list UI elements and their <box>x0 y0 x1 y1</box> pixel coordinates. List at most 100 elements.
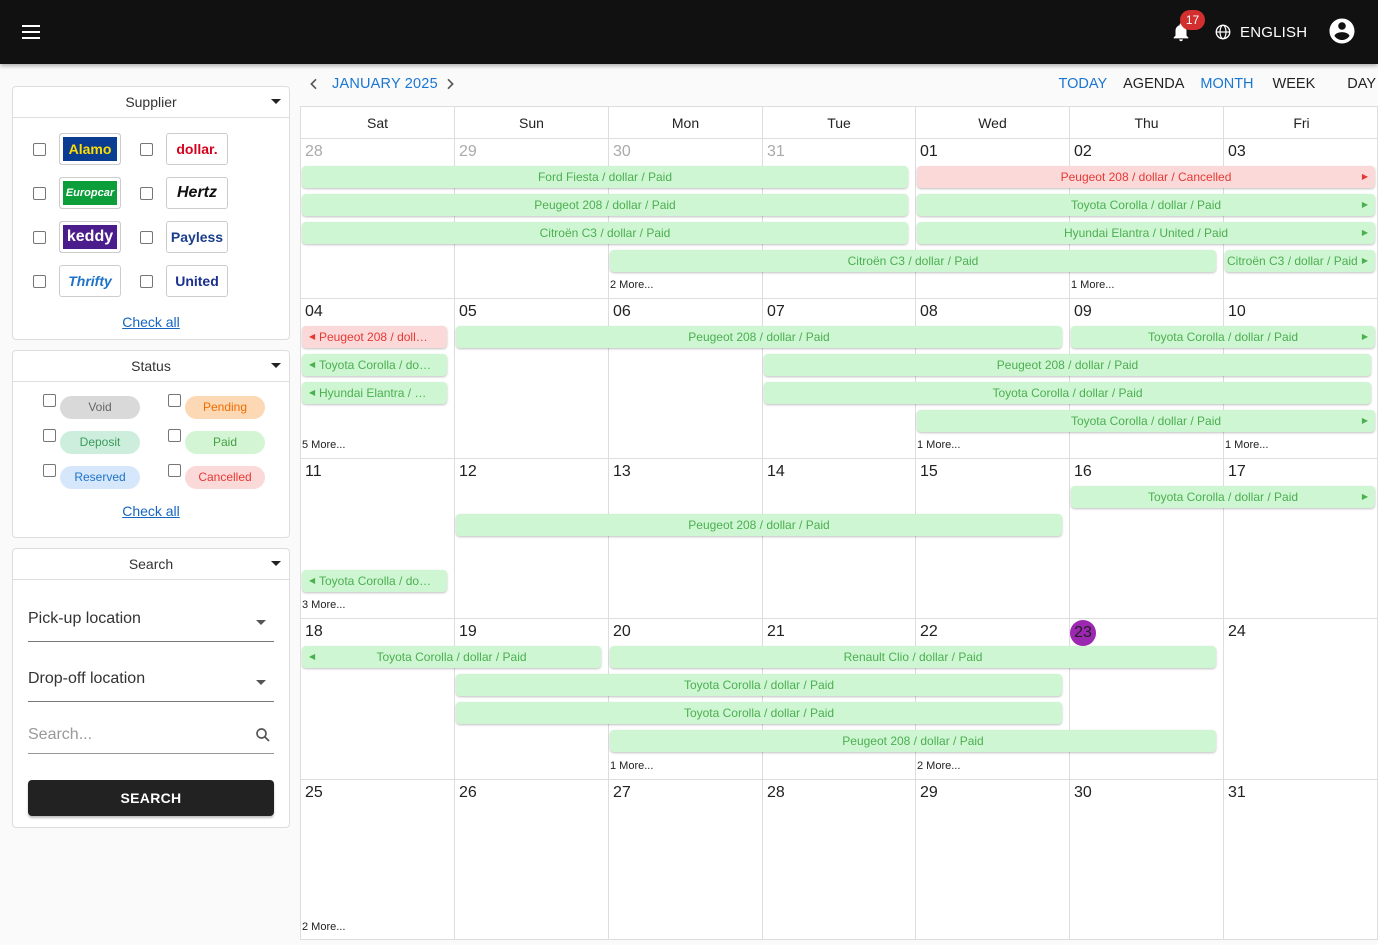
today-day-number[interactable]: 23 <box>1070 620 1096 646</box>
day-number[interactable]: 27 <box>613 784 631 802</box>
more-events-link[interactable]: 5 More... <box>302 439 345 451</box>
status-item[interactable]: Void <box>43 394 168 419</box>
collapse-caret-icon[interactable] <box>271 561 281 566</box>
booking-event[interactable]: Peugeot 208 / dollar / Cancelled ▶ <box>917 166 1375 188</box>
day-number[interactable]: 16 <box>1074 463 1092 481</box>
day-number[interactable]: 18 <box>305 623 323 641</box>
more-events-link[interactable]: 3 More... <box>302 599 345 611</box>
day-number[interactable]: 31 <box>767 143 785 161</box>
more-events-link[interactable]: 1 More... <box>610 760 653 772</box>
menu-icon[interactable] <box>22 25 42 39</box>
supplier-item[interactable]: United <box>140 264 247 298</box>
supplier-item[interactable]: Thrifty <box>33 264 140 298</box>
booking-event[interactable]: Ford Fiesta / dollar / Paid <box>302 166 908 188</box>
supplier-checkbox[interactable] <box>33 186 46 200</box>
booking-event[interactable]: Toyota Corolla / dollar / Paid ▶ <box>1071 486 1375 508</box>
supplier-checkbox[interactable] <box>140 274 153 288</box>
day-number[interactable]: 05 <box>459 303 477 321</box>
day-number[interactable]: 03 <box>1228 143 1246 161</box>
day-number[interactable]: 06 <box>613 303 631 321</box>
day-number[interactable]: 13 <box>613 463 631 481</box>
day-number[interactable]: 08 <box>920 303 938 321</box>
search-panel-header[interactable]: Search <box>13 549 289 580</box>
view-day-button[interactable]: DAY <box>1347 76 1376 92</box>
supplier-item[interactable]: keddy <box>33 220 140 254</box>
booking-event[interactable]: Hyundai Elantra / United / Paid◀ <box>302 382 447 404</box>
booking-event[interactable]: Toyota Corolla / dollar / Paid <box>456 674 1062 696</box>
language-selector[interactable]: ENGLISH <box>1214 22 1307 42</box>
status-item[interactable]: Deposit <box>43 429 168 454</box>
status-checkbox[interactable] <box>168 394 181 407</box>
day-number[interactable]: 29 <box>920 784 938 802</box>
day-number[interactable]: 01 <box>920 143 938 161</box>
day-number[interactable]: 15 <box>920 463 938 481</box>
day-number[interactable]: 04 <box>305 303 323 321</box>
account-icon[interactable] <box>1327 16 1357 46</box>
day-number[interactable]: 29 <box>459 143 477 161</box>
day-number[interactable]: 26 <box>459 784 477 802</box>
more-events-link[interactable]: 2 More... <box>302 921 345 933</box>
dropoff-location-select[interactable]: Drop-off location <box>28 658 274 702</box>
day-number[interactable]: 10 <box>1228 303 1246 321</box>
day-number[interactable]: 17 <box>1228 463 1246 481</box>
booking-event[interactable]: Toyota Corolla / dollar / Paid ▶ <box>917 194 1375 216</box>
day-number[interactable]: 19 <box>459 623 477 641</box>
more-events-link[interactable]: 1 More... <box>917 439 960 451</box>
supplier-item[interactable]: dollar. <box>140 132 247 166</box>
day-number[interactable]: 14 <box>767 463 785 481</box>
supplier-item[interactable]: Hertz <box>140 176 247 210</box>
supplier-checkbox[interactable] <box>33 230 46 244</box>
day-number[interactable]: 11 <box>305 463 322 481</box>
status-checkbox[interactable] <box>168 464 181 477</box>
booking-event[interactable]: Citroën C3 / dollar / Paid <box>302 222 908 244</box>
booking-event[interactable]: Toyota Corolla / dollar / Paid◀ <box>302 354 447 376</box>
booking-event[interactable]: Peugeot 208 / dollar / Paid <box>302 194 908 216</box>
booking-event[interactable]: Toyota Corolla / dollar / Paid ▶ <box>1071 326 1375 348</box>
view-today-button[interactable]: TODAY <box>1059 76 1108 92</box>
status-check-all-link[interactable]: Check all <box>122 503 180 519</box>
day-number[interactable]: 09 <box>1074 303 1092 321</box>
pickup-location-select[interactable]: Pick-up location <box>28 598 274 642</box>
day-number[interactable]: 20 <box>613 623 631 641</box>
view-week-button[interactable]: WEEK <box>1273 76 1316 92</box>
status-item[interactable]: Pending <box>168 394 293 419</box>
booking-event[interactable]: Citroën C3 / dollar / Paid <box>610 250 1216 272</box>
booking-event[interactable]: Toyota Corolla / dollar / Paid◀ <box>302 646 601 668</box>
day-number[interactable]: 30 <box>1074 784 1092 802</box>
day-number[interactable]: 31 <box>1228 784 1246 802</box>
booking-event[interactable]: Peugeot 208 / dollar / Paid <box>610 730 1216 752</box>
supplier-item[interactable]: Alamo <box>33 132 140 166</box>
status-checkbox[interactable] <box>43 394 56 407</box>
supplier-checkbox[interactable] <box>33 274 46 288</box>
day-number[interactable]: 07 <box>767 303 785 321</box>
day-number[interactable]: 24 <box>1228 623 1246 641</box>
search-button[interactable]: SEARCH <box>28 780 274 816</box>
search-input[interactable]: Search... <box>28 718 274 754</box>
more-events-link[interactable]: 1 More... <box>1225 439 1268 451</box>
booking-event[interactable]: Toyota Corolla / dollar / Paid ▶ <box>917 410 1375 432</box>
next-month-icon[interactable] <box>442 76 458 92</box>
booking-event[interactable]: Peugeot 208 / dollar / Paid <box>764 354 1371 376</box>
supplier-checkbox[interactable] <box>140 142 153 156</box>
collapse-caret-icon[interactable] <box>271 363 281 368</box>
day-number[interactable]: 30 <box>613 143 631 161</box>
day-number[interactable]: 28 <box>305 143 323 161</box>
collapse-caret-icon[interactable] <box>271 99 281 104</box>
previous-month-icon[interactable] <box>306 76 322 92</box>
booking-event[interactable]: Renault Clio / dollar / Paid <box>610 646 1216 668</box>
supplier-item[interactable]: Europcar <box>33 176 140 210</box>
day-number[interactable]: 12 <box>459 463 477 481</box>
day-number[interactable]: 28 <box>767 784 785 802</box>
booking-event[interactable]: Toyota Corolla / dollar / Paid <box>764 382 1371 404</box>
booking-event[interactable]: Peugeot 208 / dollar / Cancelled◀ <box>302 326 447 348</box>
more-events-link[interactable]: 2 More... <box>917 760 960 772</box>
day-number[interactable]: 22 <box>920 623 938 641</box>
status-filter-header[interactable]: Status <box>13 351 289 382</box>
view-month-button[interactable]: MONTH <box>1200 76 1253 92</box>
status-item[interactable]: Paid <box>168 429 293 454</box>
supplier-checkbox[interactable] <box>140 230 153 244</box>
day-number[interactable]: 02 <box>1074 143 1092 161</box>
status-item[interactable]: Reserved <box>43 464 168 489</box>
search-icon[interactable] <box>254 726 272 744</box>
booking-event[interactable]: Toyota Corolla / dollar / Paid <box>456 702 1062 724</box>
